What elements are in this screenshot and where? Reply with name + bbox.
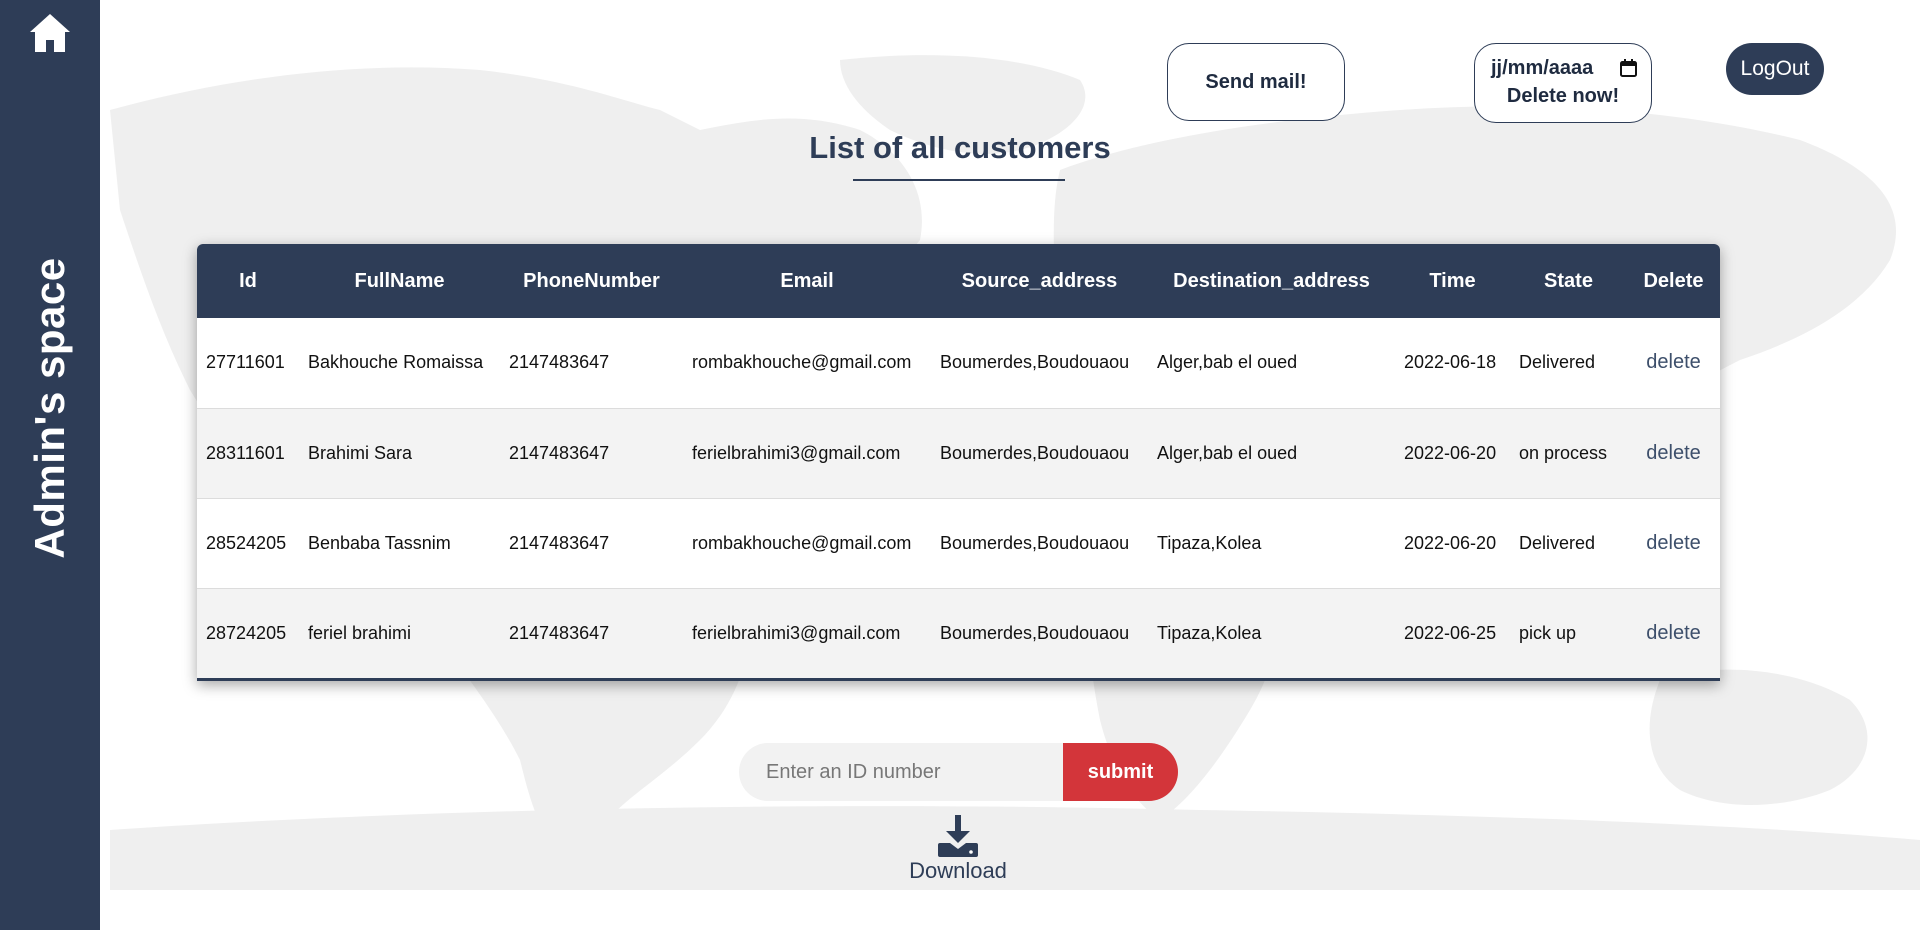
home-icon[interactable]: [28, 12, 72, 54]
cell-source: Boumerdes,Boudouaou: [940, 532, 1130, 553]
column-header-destination: Destination_address: [1173, 269, 1370, 292]
calendar-icon[interactable]: [1620, 59, 1637, 77]
cell-fullname: Benbaba Tassnim: [308, 532, 451, 553]
cell-fullname: Bakhouche Romaissa: [308, 352, 484, 373]
sidebar-title: Admin's space: [26, 257, 73, 559]
cell-id: 28524205: [206, 532, 287, 553]
date-input-value: jj/mm/aaaa: [1491, 56, 1594, 79]
sidebar: Admin's space: [0, 0, 100, 930]
logout-button[interactable]: LogOut: [1726, 43, 1824, 95]
table-row: 28724205 feriel brahimi 2147483647 ferie…: [197, 588, 1720, 678]
cell-time: 2022-06-20: [1404, 442, 1497, 463]
download-icon: [938, 815, 978, 857]
cell-destination: Alger,bab el oued: [1157, 442, 1298, 463]
download-button[interactable]: Download: [898, 815, 1018, 884]
column-header-state: State: [1544, 269, 1593, 292]
cell-phone: 2147483647: [509, 442, 610, 463]
cell-phone: 2147483647: [509, 532, 610, 553]
delete-link[interactable]: delete: [1627, 408, 1720, 498]
delete-now-button[interactable]: Delete now!: [1475, 85, 1651, 108]
table-row: 28311601 Brahimi Sara 2147483647 ferielb…: [197, 408, 1720, 498]
cell-time: 2022-06-25: [1404, 622, 1497, 643]
download-label: Download: [909, 858, 1007, 883]
column-header-email: Email: [780, 269, 834, 292]
delete-link[interactable]: delete: [1627, 588, 1720, 678]
cell-fullname: Brahimi Sara: [308, 442, 413, 463]
cell-id: 28311601: [206, 442, 285, 463]
table-row: 27711601 Bakhouche Romaissa 2147483647 r…: [197, 318, 1720, 408]
cell-state: Delivered: [1519, 352, 1596, 373]
delete-by-date-form: jj/mm/aaaa Delete now!: [1474, 43, 1652, 123]
cell-source: Boumerdes,Boudouaou: [940, 352, 1130, 373]
cell-email: ferielbrahimi3@gmail.com: [692, 622, 901, 643]
submit-button[interactable]: submit: [1063, 743, 1178, 801]
customers-table: Id FullName PhoneNumber Email Source_add…: [197, 244, 1720, 681]
cell-time: 2022-06-20: [1404, 532, 1497, 553]
column-header-time: Time: [1429, 269, 1476, 292]
page-title: List of all customers: [809, 130, 1111, 165]
column-header-delete: Delete: [1643, 269, 1704, 292]
cell-id: 27711601: [206, 352, 285, 373]
id-search-input[interactable]: [739, 743, 1063, 801]
date-input[interactable]: jj/mm/aaaa: [1491, 56, 1637, 80]
cell-destination: Tipaza,Kolea: [1157, 622, 1262, 643]
column-header-source: Source_address: [961, 269, 1118, 292]
cell-email: ferielbrahimi3@gmail.com: [692, 442, 901, 463]
cell-destination: Tipaza,Kolea: [1157, 532, 1262, 553]
column-header-id: Id: [239, 269, 257, 292]
cell-time: 2022-06-18: [1404, 352, 1497, 373]
title-underline: [853, 179, 1065, 181]
cell-destination: Alger,bab el oued: [1157, 352, 1298, 373]
table-row: 28524205 Benbaba Tassnim 2147483647 romb…: [197, 498, 1720, 588]
cell-id: 28724205: [206, 622, 287, 643]
table-header-row: Id FullName PhoneNumber Email Source_add…: [197, 244, 1720, 318]
cell-phone: 2147483647: [509, 352, 610, 373]
cell-fullname: feriel brahimi: [308, 622, 412, 643]
cell-state: pick up: [1519, 622, 1577, 643]
send-mail-button[interactable]: Send mail!: [1167, 43, 1345, 121]
id-search-form: submit: [739, 743, 1178, 801]
cell-source: Boumerdes,Boudouaou: [940, 442, 1130, 463]
cell-email: rombakhouche@gmail.com: [692, 532, 912, 553]
cell-state: Delivered: [1519, 532, 1596, 553]
delete-link[interactable]: delete: [1627, 498, 1720, 588]
cell-phone: 2147483647: [509, 622, 610, 643]
column-header-fullname: FullName: [354, 269, 445, 292]
column-header-phone: PhoneNumber: [523, 269, 660, 292]
delete-link[interactable]: delete: [1627, 318, 1720, 408]
cell-state: on process: [1519, 442, 1608, 463]
cell-email: rombakhouche@gmail.com: [692, 352, 912, 373]
cell-source: Boumerdes,Boudouaou: [940, 622, 1130, 643]
